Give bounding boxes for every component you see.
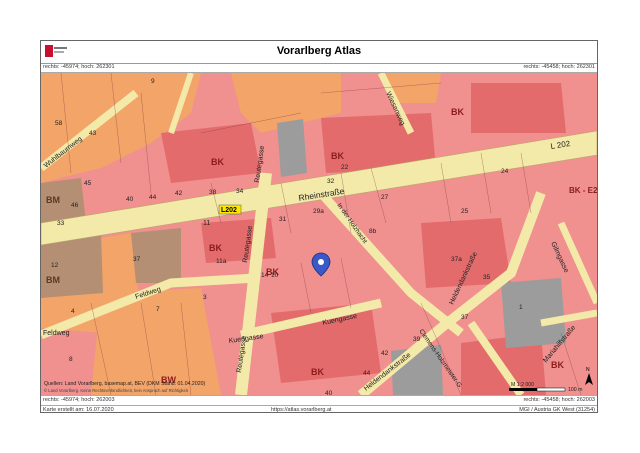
map-attribution: Quellen: Land Vorarlberg, basemap.at, BE…	[44, 381, 205, 387]
svg-text:N: N	[586, 367, 590, 373]
scale-text: M 1:2 000	[511, 382, 534, 388]
scale-bar	[509, 388, 537, 391]
house-number: 8	[69, 356, 73, 363]
street-label: Feldweg	[43, 330, 70, 337]
scale-distance: 100 m	[568, 387, 582, 393]
coord-bottom-left: rechts: -45974; hoch: 262003	[43, 397, 115, 403]
house-number: 37a	[451, 256, 462, 263]
house-number: 38	[209, 189, 217, 196]
bottom-coordinates: rechts: -45974; hoch: 262003 rechts: -45…	[41, 395, 597, 405]
zone-label: BK	[211, 157, 224, 167]
zone-label: BM	[46, 275, 60, 285]
house-number: 39	[413, 336, 421, 343]
house-number: 4	[71, 308, 75, 315]
road-badge-text: L202	[221, 207, 237, 214]
house-number: 37	[461, 314, 469, 321]
coord-top-left: rechts: -45974; hoch: 262301	[43, 64, 115, 70]
house-number: 27	[381, 194, 389, 201]
house-number: 37	[133, 256, 141, 263]
created-date: Karte erstellt am: 16.07.2020	[43, 407, 114, 413]
map-view[interactable]: BK BK BK BK BK BK BK BM BM BW BK - E2 Rh…	[41, 73, 597, 395]
house-number: 33	[57, 220, 65, 227]
zone-label: BK - E2	[569, 186, 597, 195]
map-canvas[interactable]: BK BK BK BK BK BK BK BM BM BW BK - E2 Rh…	[41, 73, 597, 395]
zone-label: BK	[311, 367, 324, 377]
zone-label: BK	[551, 360, 564, 370]
scale-bar-segment	[536, 387, 566, 392]
house-number: 8b	[369, 228, 377, 235]
house-number: 43	[89, 130, 97, 137]
house-number: 31	[279, 216, 287, 223]
house-number: 45	[84, 180, 92, 187]
house-number: 3	[203, 294, 207, 301]
header: Vorarlberg Atlas	[41, 41, 597, 64]
house-number: 40	[126, 196, 134, 203]
house-number: 9	[151, 78, 155, 85]
zone-label: BK	[209, 243, 222, 253]
coord-top-right: rechts: -45458; hoch: 262301	[523, 64, 595, 70]
house-number: 1	[519, 304, 523, 311]
house-number: 32	[327, 178, 335, 185]
house-number: 24	[501, 168, 509, 175]
top-coordinates: rechts: -45974; hoch: 262301 rechts: -45…	[41, 63, 597, 73]
house-number: 11a	[216, 258, 227, 265]
house-number: 34	[236, 188, 244, 195]
house-number: 44	[363, 370, 371, 377]
house-number: 22	[341, 164, 349, 171]
house-number: 42	[175, 190, 183, 197]
house-number: 35	[483, 274, 491, 281]
house-number: 29a	[313, 208, 324, 215]
map-sheet: Vorarlberg Atlas rechts: -45974; hoch: 2…	[40, 40, 598, 413]
crs-label: MGI / Austria GK West (31254)	[519, 407, 595, 413]
zone-label: BM	[46, 195, 60, 205]
house-number: 42	[381, 350, 389, 357]
page-title: Vorarlberg Atlas	[276, 45, 362, 57]
footer: Karte erstellt am: 16.07.2020 https://at…	[41, 405, 597, 415]
house-number: 7	[156, 306, 160, 313]
house-number: 58	[55, 120, 63, 127]
house-number: 44	[149, 194, 157, 201]
coord-bottom-right: rechts: -45458; hoch: 262003	[523, 397, 595, 403]
atlas-url[interactable]: https://atlas.vorarlberg.at	[271, 407, 332, 413]
road-badge-number: 11	[203, 220, 210, 227]
house-number: 12	[51, 262, 59, 269]
house-number: 46	[71, 202, 79, 209]
zone-label: BK	[331, 151, 344, 161]
house-number: 14	[261, 272, 269, 279]
house-number: 10	[271, 272, 279, 279]
zone-label: BK	[451, 107, 464, 117]
map-attribution-note: © Land Vorarlberg. Keine Rechtsverbindli…	[44, 388, 189, 393]
house-number: 25	[461, 208, 469, 215]
